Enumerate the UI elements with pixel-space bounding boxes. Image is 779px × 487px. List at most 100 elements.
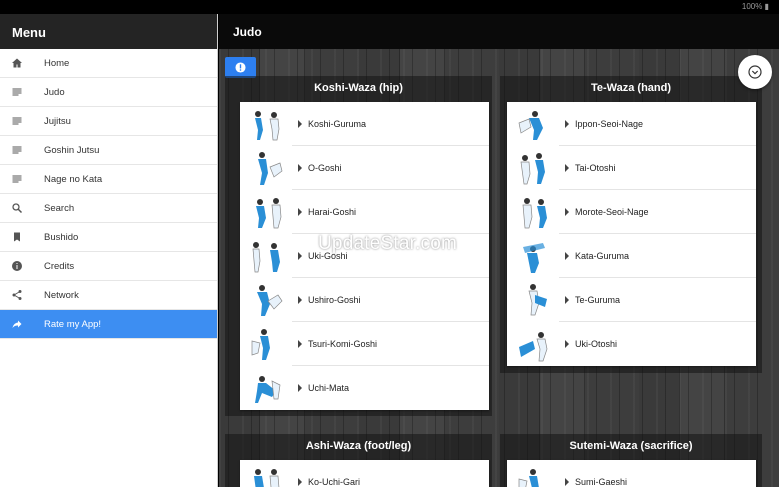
technique-thumbnail (515, 325, 555, 363)
technique-thumbnail (515, 463, 555, 487)
technique-item-uchi-mata[interactable]: Uchi-Mata (240, 366, 489, 410)
chevron-right-icon (565, 252, 569, 260)
menu-item-label: Credits (44, 260, 75, 272)
technique-grid: Koshi-Waza (hip) Koshi-Guruma O-Goshi Ha… (219, 49, 779, 487)
technique-name: Tsuri-Komi-Goshi (308, 339, 378, 349)
technique-thumbnail (248, 149, 288, 187)
technique-thumbnail (515, 149, 555, 187)
technique-name: O-Goshi (308, 163, 342, 173)
menu-item-label: Home (44, 57, 70, 69)
chevron-right-icon (565, 164, 569, 172)
technique-thumbnail (248, 105, 288, 143)
watermark-text: UpdateStar.com (318, 233, 458, 254)
technique-card: Ippon-Seoi-Nage Tai-Otoshi Morote-Seoi-N… (507, 102, 756, 366)
technique-name: Koshi-Guruma (308, 119, 367, 129)
section-ashi-waza: Ashi-Waza (foot/leg) Ko-Uchi-Gari (225, 434, 492, 487)
technique-card: Ko-Uchi-Gari (240, 460, 489, 487)
menu-item-label: Jujitsu (44, 115, 71, 127)
technique-item-harai-goshi[interactable]: Harai-Goshi (240, 190, 489, 234)
menu-item-rate-my-app[interactable]: Rate my App! (0, 310, 217, 339)
technique-item-ippon-seoi-nage[interactable]: Ippon-Seoi-Nage (507, 102, 756, 146)
list-icon (10, 114, 24, 128)
section-title: Ashi-Waza (foot/leg) (305, 440, 412, 452)
technique-name: Kata-Guruma (575, 251, 630, 261)
technique-name: Uki-Otoshi (575, 339, 618, 349)
technique-item-te-guruma[interactable]: Te-Guruma (507, 278, 756, 322)
technique-thumbnail (515, 237, 555, 275)
home-icon (10, 56, 24, 70)
chevron-right-icon (298, 164, 302, 172)
menu-item-nage-no-kata[interactable]: Nage no Kata (0, 165, 217, 194)
technique-thumbnail (248, 325, 288, 363)
menu-item-label: Judo (44, 86, 65, 98)
technique-name: Ippon-Seoi-Nage (575, 119, 644, 129)
chevron-right-icon (565, 296, 569, 304)
technique-item-o-goshi[interactable]: O-Goshi (240, 146, 489, 190)
menu-list: Home Judo Jujitsu Goshin Jutsu Nage no K… (0, 49, 217, 339)
list-icon (10, 85, 24, 99)
technique-name: Harai-Goshi (308, 207, 357, 217)
info-button[interactable] (225, 57, 256, 78)
chevron-right-icon (298, 296, 302, 304)
technique-thumbnail (515, 281, 555, 319)
menu-title: Menu (0, 14, 217, 49)
chevron-right-icon (298, 384, 302, 392)
technique-item-ushiro-goshi[interactable]: Ushiro-Goshi (240, 278, 489, 322)
technique-name: Morote-Seoi-Nage (575, 207, 649, 217)
section-title: Sutemi-Waza (sacrifice) (569, 440, 693, 452)
menu-item-jujitsu[interactable]: Jujitsu (0, 107, 217, 136)
technique-name: Tai-Otoshi (575, 163, 616, 173)
menu-item-bushido[interactable]: Bushido (0, 223, 217, 252)
list-icon (10, 172, 24, 186)
menu-item-label: Goshin Jutsu (44, 144, 100, 156)
forward-icon (10, 317, 24, 331)
chevron-right-icon (565, 478, 569, 486)
technique-item-tsuri-komi-goshi[interactable]: Tsuri-Komi-Goshi (240, 322, 489, 366)
technique-name: Ushiro-Goshi (308, 295, 361, 305)
menu-item-judo[interactable]: Judo (0, 78, 217, 107)
chevron-right-icon (565, 208, 569, 216)
section-te-waza: Te-Waza (hand) Ippon-Seoi-Nage Tai-Otosh… (500, 76, 762, 373)
technique-item-morote-seoi-nage[interactable]: Morote-Seoi-Nage (507, 190, 756, 234)
info-icon (235, 62, 246, 73)
menu-item-search[interactable]: Search (0, 194, 217, 223)
chevron-right-icon (298, 340, 302, 348)
menu-item-label: Bushido (44, 231, 79, 243)
technique-item-sumi-gaeshi[interactable]: Sumi-Gaeshi (507, 460, 756, 487)
chevron-down-circle-icon (748, 65, 762, 79)
search-icon (10, 201, 24, 215)
technique-name: Uchi-Mata (308, 383, 350, 393)
navigation-drawer: Menu Home Judo Jujitsu Goshin Jutsu Nage… (0, 14, 218, 487)
chevron-right-icon (298, 208, 302, 216)
menu-item-home[interactable]: Home (0, 49, 217, 78)
bookmark-icon (10, 230, 24, 244)
section-title: Te-Waza (hand) (590, 82, 672, 94)
menu-item-label: Network (44, 289, 79, 301)
technique-thumbnail (248, 369, 288, 407)
menu-item-network[interactable]: Network (0, 281, 217, 310)
technique-thumbnail (248, 193, 288, 231)
info-icon (10, 259, 24, 273)
technique-name: Te-Guruma (575, 295, 621, 305)
technique-name: Ko-Uchi-Gari (308, 477, 361, 487)
technique-item-ko-uchi-gari[interactable]: Ko-Uchi-Gari (240, 460, 489, 487)
technique-thumbnail (515, 193, 555, 231)
scroll-down-button[interactable] (738, 55, 772, 89)
chevron-right-icon (298, 478, 302, 486)
technique-thumbnail (248, 463, 288, 487)
menu-item-label: Nage no Kata (44, 173, 103, 185)
technique-item-uki-otoshi[interactable]: Uki-Otoshi (507, 322, 756, 366)
technique-item-kata-guruma[interactable]: Kata-Guruma (507, 234, 756, 278)
menu-item-credits[interactable]: Credits (0, 252, 217, 281)
technique-card: Sumi-Gaeshi (507, 460, 756, 487)
status-bar: 100% ▮ (0, 0, 779, 14)
technique-item-koshi-guruma[interactable]: Koshi-Guruma (240, 102, 489, 146)
chevron-right-icon (298, 252, 302, 260)
technique-item-tai-otoshi[interactable]: Tai-Otoshi (507, 146, 756, 190)
menu-item-goshin-jutsu[interactable]: Goshin Jutsu (0, 136, 217, 165)
app-bar: Judo (219, 14, 779, 49)
chevron-right-icon (565, 340, 569, 348)
section-title: Koshi-Waza (hip) (314, 82, 403, 94)
menu-item-label: Rate my App! (44, 318, 102, 330)
technique-thumbnail (248, 237, 288, 275)
